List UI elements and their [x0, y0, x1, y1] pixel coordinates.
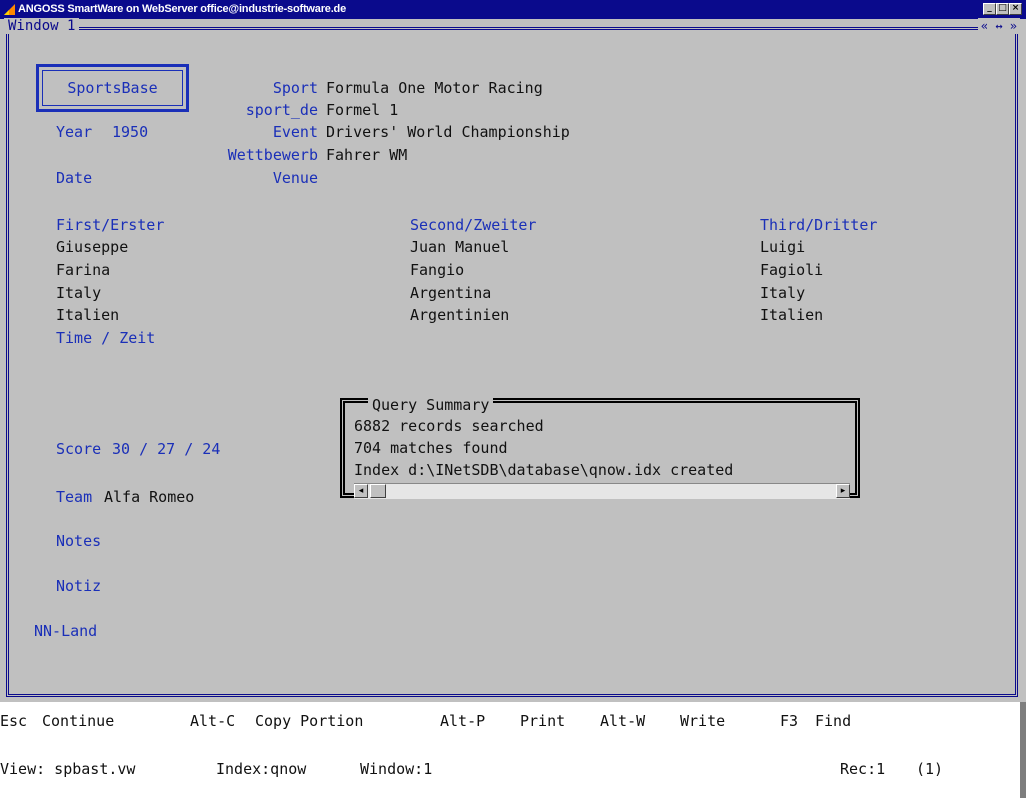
sportsbase-label: SportsBase	[67, 79, 158, 97]
cmd-key-f3: F3	[780, 712, 799, 730]
horizontal-scrollbar[interactable]: ◂ ▸	[354, 483, 850, 499]
cmd-key-alt-c: Alt-C	[190, 712, 236, 730]
app-icon	[4, 4, 15, 15]
scroll-left-icon[interactable]: ◂	[354, 484, 368, 498]
maximize-button[interactable]: □	[996, 3, 1009, 15]
cmd-print[interactable]: Print	[520, 712, 565, 730]
notiz-label: Notiz	[56, 577, 102, 595]
country-de: Argentinien	[410, 306, 510, 324]
wettbewerb-label: Wettbewerb	[227, 146, 318, 164]
score-label: Score	[56, 440, 102, 458]
query-line-matches: 704 matches found	[354, 439, 508, 457]
sportsbase-button[interactable]: SportsBase	[36, 64, 189, 112]
cmd-copy-portion[interactable]: Copy Portion	[255, 712, 363, 730]
event-label: Event	[272, 123, 318, 141]
country: Italy	[760, 284, 806, 302]
first-name: Luigi	[760, 238, 806, 256]
year-label: Year	[56, 123, 93, 141]
window-title: ANGOSS SmartWare on WebServer office@ind…	[18, 3, 346, 15]
cmd-write[interactable]: Write	[680, 712, 725, 730]
team-value: Alfa Romeo	[104, 488, 195, 506]
cmd-continue[interactable]: Continue	[42, 712, 114, 730]
last-name: Fangio	[410, 261, 465, 279]
status-record: Rec:1	[840, 760, 886, 778]
main-window	[0, 19, 1026, 702]
status-index: Index:qnow	[216, 760, 307, 778]
sport-de-value: Formel 1	[326, 101, 399, 119]
last-name: Farina	[56, 261, 111, 279]
sport-label: Sport	[272, 79, 318, 97]
command-bar	[0, 702, 1026, 798]
score-value: 30 / 27 / 24	[112, 440, 221, 458]
cmd-key-esc: Esc	[0, 712, 28, 730]
nn-land-label: NN-Land	[34, 622, 98, 640]
sport-de-label: sport_de	[245, 101, 318, 119]
wettbewerb-value: Fahrer WM	[326, 146, 408, 164]
team-label: Team	[56, 488, 93, 506]
scroll-thumb[interactable]	[370, 484, 386, 498]
minimize-button[interactable]: _	[983, 3, 996, 15]
place-header: First/Erster	[56, 216, 165, 234]
status-window: Window:1	[360, 760, 433, 778]
cmd-key-alt-p: Alt-P	[440, 712, 486, 730]
cmd-key-alt-w: Alt-W	[600, 712, 646, 730]
title-bar: ANGOSS SmartWare on WebServer office@ind…	[0, 0, 1026, 19]
scroll-right-icon[interactable]: ▸	[836, 484, 850, 498]
event-value: Drivers' World Championship	[326, 123, 570, 141]
year-value: 1950	[112, 123, 149, 141]
query-summary-title: Query Summary	[368, 396, 494, 414]
query-summary-dialog: Query Summary 6882 records searched 704 …	[340, 396, 860, 499]
query-line-index: Index d:\INetSDB\database\qnow.idx creat…	[354, 461, 734, 479]
country: Argentina	[410, 284, 492, 302]
place-header: Second/Zweiter	[410, 216, 537, 234]
status-view: View: spbast.vw	[0, 760, 136, 778]
close-button[interactable]: ×	[1009, 3, 1022, 15]
place-header: Third/Dritter	[760, 216, 878, 234]
notes-label: Notes	[56, 532, 102, 550]
country-de: Italien	[760, 306, 824, 324]
query-line-records: 6882 records searched	[354, 417, 544, 435]
first-name: Juan Manuel	[410, 238, 510, 256]
venue-label: Venue	[272, 169, 318, 187]
country: Italy	[56, 284, 102, 302]
country-de: Italien	[56, 306, 120, 324]
status-record-count: (1)	[916, 760, 944, 778]
last-name: Fagioli	[760, 261, 824, 279]
sport-value: Formula One Motor Racing	[326, 79, 543, 97]
window-nav-controls[interactable]: « ↔ »	[977, 18, 1020, 34]
window-label: Window 1	[4, 18, 80, 34]
first-name: Giuseppe	[56, 238, 129, 256]
time-label: Time / Zeit	[56, 329, 156, 347]
date-label: Date	[56, 169, 93, 187]
cmd-find[interactable]: Find	[815, 712, 851, 730]
